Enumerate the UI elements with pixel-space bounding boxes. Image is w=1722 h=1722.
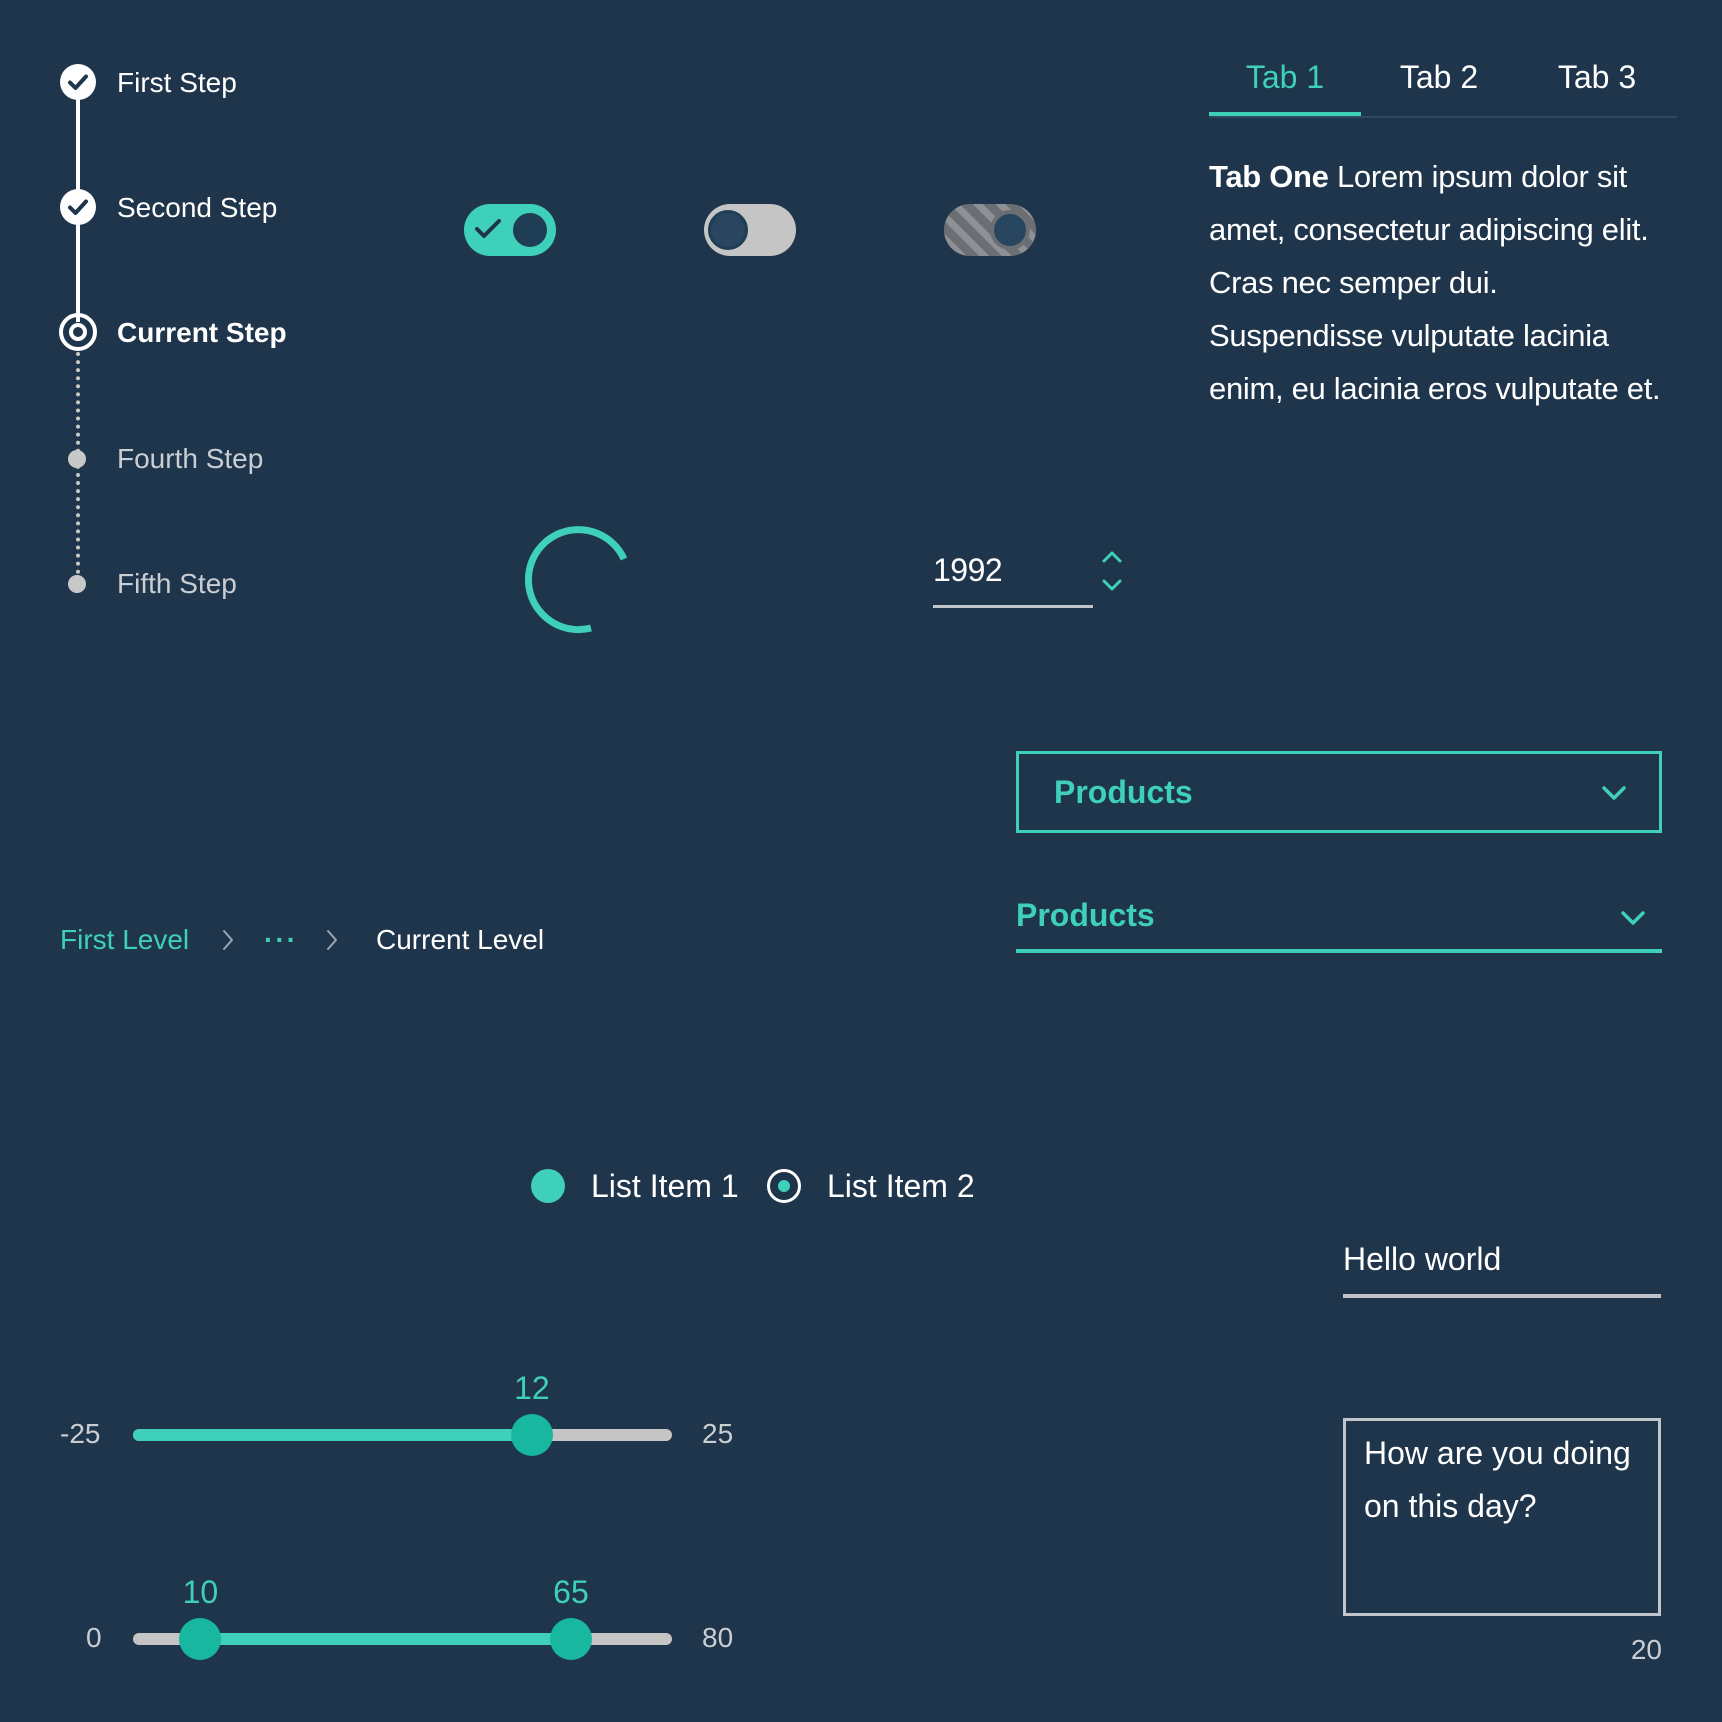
chevron-down-icon[interactable]	[1101, 578, 1123, 594]
message-textarea[interactable]: How are you doing on this day?	[1343, 1418, 1661, 1616]
toggle-on[interactable]	[464, 204, 556, 256]
slider-value: 12	[514, 1370, 550, 1406]
character-counter: 20	[1630, 1634, 1662, 1665]
loading-spinner-icon	[525, 526, 627, 634]
breadcrumb-current-level: Current Level	[376, 924, 545, 955]
checkmark-circle-icon	[60, 189, 96, 225]
tab-panel-body: Lorem ipsum dolor sit amet, consectetur …	[1209, 159, 1661, 406]
radio-label: List Item 1	[591, 1168, 739, 1204]
toggle-knob	[708, 210, 748, 250]
radio-list-item-2[interactable]	[767, 1169, 801, 1203]
incomplete-step-icon	[68, 575, 86, 593]
slider-thumb-low[interactable]	[179, 1618, 222, 1660]
slider-thumb[interactable]	[510, 1414, 553, 1456]
text-input[interactable]	[1343, 1234, 1661, 1298]
chevron-up-icon[interactable]	[1101, 548, 1123, 564]
products-select-inline[interactable]: Products	[1016, 895, 1662, 953]
step-label-first: First Step	[117, 67, 237, 98]
chevron-down-icon	[1602, 786, 1626, 800]
checkmark-icon	[475, 219, 501, 238]
chevron-right-icon	[327, 930, 337, 950]
select-label: Products	[1054, 774, 1193, 810]
products-select-boxed[interactable]: Products	[1016, 751, 1662, 833]
slider-fill	[133, 1429, 532, 1441]
slider-track[interactable]	[133, 1429, 672, 1441]
breadcrumb-first-level[interactable]: First Level	[60, 920, 189, 960]
toggle-disabled	[944, 204, 1036, 256]
slider-min-label: 0	[86, 1622, 102, 1653]
tab-2[interactable]: Tab 2	[1361, 52, 1517, 116]
chevron-right-icon	[223, 930, 233, 950]
slider-low-value: 10	[182, 1574, 219, 1610]
slider-max-label: 80	[702, 1622, 734, 1653]
number-input-underline	[933, 605, 1093, 608]
radio-list-item-1[interactable]	[531, 1169, 565, 1203]
slider-thumb-high[interactable]	[549, 1618, 592, 1660]
number-input-value: 1992	[933, 552, 1003, 588]
slider-min-label: -25	[60, 1418, 101, 1449]
checkmark-circle-icon	[60, 64, 96, 100]
toggle-knob	[990, 210, 1030, 250]
step-label-fifth: Fifth Step	[117, 568, 237, 599]
step-label-current: Current Step	[117, 317, 287, 348]
breadcrumb-overflow-menu[interactable]: ···	[264, 920, 298, 960]
toggle-knob	[510, 210, 550, 250]
slider-max-label: 25	[702, 1418, 734, 1449]
tab-panel: Tab One Lorem ipsum dolor sit amet, cons…	[1209, 150, 1679, 415]
incomplete-step-icon	[68, 450, 86, 468]
slider-fill	[200, 1633, 571, 1645]
slider-high-value: 65	[553, 1574, 589, 1610]
tab-panel-title: Tab One	[1209, 159, 1329, 194]
step-label-second: Second Step	[117, 192, 278, 223]
current-step-icon	[59, 313, 97, 351]
tab-list: Tab 1 Tab 2 Tab 3	[1209, 52, 1677, 118]
toggle-off[interactable]	[704, 204, 796, 256]
step-label-fourth: Fourth Step	[117, 443, 264, 474]
select-label: Products	[1016, 897, 1155, 933]
radio-label: List Item 2	[827, 1168, 975, 1204]
tab-1[interactable]: Tab 1	[1209, 52, 1361, 116]
chevron-down-icon	[1621, 911, 1645, 925]
tab-3[interactable]: Tab 3	[1517, 52, 1677, 116]
